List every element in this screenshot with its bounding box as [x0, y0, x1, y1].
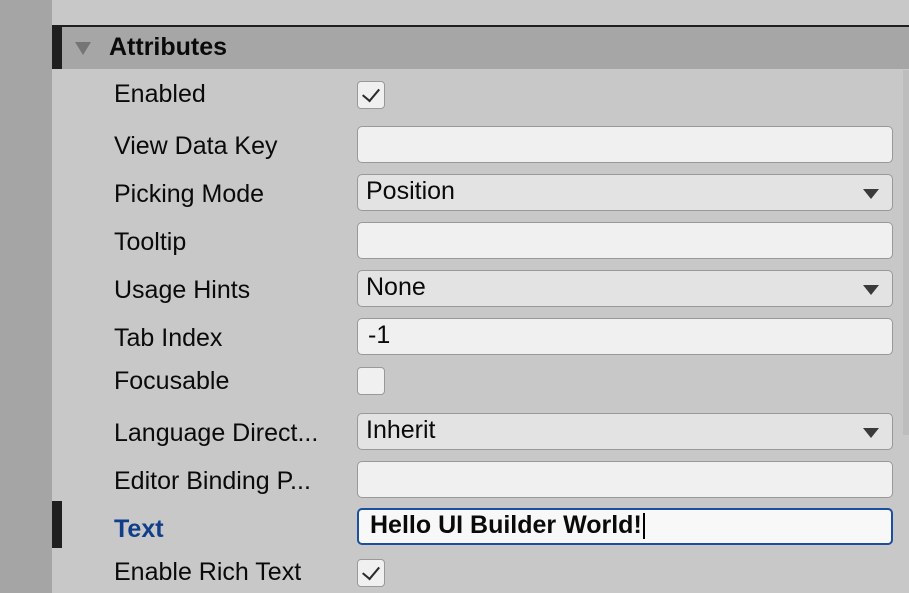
modified-row-marker	[52, 501, 62, 548]
language-direction-label: Language Direct...	[114, 419, 319, 447]
tab-index-label: Tab Index	[114, 324, 223, 352]
chevron-down-icon	[863, 428, 879, 438]
text-field[interactable]: Hello UI Builder World!	[357, 508, 893, 545]
editor-binding-path-label: Editor Binding P...	[114, 467, 311, 495]
text-label: Text	[114, 515, 164, 543]
chevron-down-icon	[863, 285, 879, 295]
picking-mode-label: Picking Mode	[114, 180, 265, 208]
checkmark-icon	[362, 83, 380, 103]
enabled-label: Enabled	[114, 80, 206, 108]
left-gutter	[0, 0, 52, 593]
chevron-down-icon	[863, 189, 879, 199]
attributes-foldout-header[interactable]: Attributes	[52, 27, 909, 69]
tooltip-label: Tooltip	[114, 228, 187, 256]
usage-hints-dropdown[interactable]: None	[357, 270, 893, 307]
tab-index-field[interactable]: -1	[357, 318, 893, 355]
enable-rich-text-checkbox[interactable]	[357, 559, 385, 587]
focusable-checkbox[interactable]	[357, 367, 385, 395]
triangle-down-icon[interactable]	[75, 42, 91, 55]
scrollbar-edge[interactable]	[903, 70, 909, 435]
view-data-key-label: View Data Key	[114, 132, 278, 160]
checkmark-icon	[362, 561, 380, 581]
text-field-value: Hello UI Builder World!	[370, 511, 642, 539]
language-direction-dropdown[interactable]: Inherit	[357, 413, 893, 450]
picking-mode-value: Position	[366, 177, 455, 205]
enable-rich-text-label: Enable Rich Text	[114, 558, 302, 586]
usage-hints-label: Usage Hints	[114, 276, 251, 304]
top-panel-area	[52, 0, 909, 27]
tooltip-field[interactable]	[357, 222, 893, 259]
enabled-checkbox[interactable]	[357, 81, 385, 109]
view-data-key-field[interactable]	[357, 126, 893, 163]
focusable-label: Focusable	[114, 367, 230, 395]
picking-mode-dropdown[interactable]: Position	[357, 174, 893, 211]
foldout-title: Attributes	[109, 33, 228, 61]
language-direction-value: Inherit	[366, 416, 436, 444]
editor-binding-path-field[interactable]	[357, 461, 893, 498]
text-cursor	[642, 513, 645, 540]
usage-hints-value: None	[366, 273, 426, 301]
